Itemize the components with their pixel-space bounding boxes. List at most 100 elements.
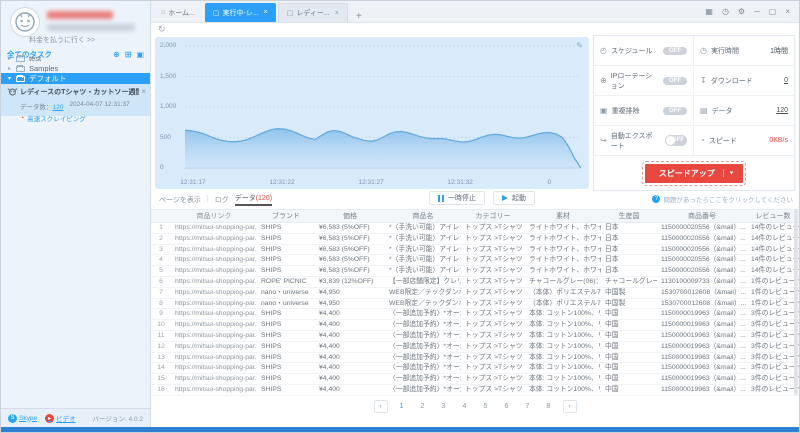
table-row[interactable]: 6https://mitsui-shopping-par...ROPE' PIC… — [151, 277, 799, 288]
table-row[interactable]: 4https://mitsui-shopping-par...SHIPS¥6,5… — [151, 255, 799, 266]
pay-link[interactable]: 料金を払うに行く >> — [29, 35, 95, 45]
close-icon[interactable]: × — [264, 9, 268, 16]
chevron-right-icon[interactable]: ▸ — [8, 55, 16, 62]
stat-value[interactable]: 120 — [776, 107, 788, 114]
column-header[interactable]: 素材 — [525, 210, 601, 222]
sidebar-folder-default[interactable]: ▾ デフォルト — [1, 73, 150, 84]
cell: 1件のレビュー ∨ — [747, 288, 799, 298]
column-header[interactable]: 商品名 — [385, 210, 461, 222]
column-header[interactable]: 生産国 — [601, 210, 657, 222]
cell: 本体: コットン100%、リ... — [525, 374, 601, 384]
chevron-down-icon[interactable]: ▾ — [8, 75, 16, 82]
cell: 1530700012608（&mail）... — [657, 299, 747, 309]
column-header[interactable]: レビュー数 — [747, 210, 799, 222]
chevron-right-icon[interactable]: ▸ — [8, 65, 16, 72]
prev-page-button[interactable]: ‹ — [374, 400, 388, 413]
table-row[interactable]: 15https://mitsui-shopping-par...SHIPS¥4,… — [151, 374, 799, 385]
scrollbar[interactable] — [794, 209, 798, 395]
stat-value: 0KB/s — [769, 137, 788, 144]
off-pill[interactable]: OFF — [663, 77, 687, 85]
column-header[interactable]: 商品リンク — [171, 210, 257, 222]
cell: （本体）ポリエステル76... — [525, 288, 601, 298]
avatar[interactable] — [10, 7, 40, 37]
cell: トップス >Tシャツ・カッ... — [461, 320, 525, 330]
tab-log[interactable]: ログ — [215, 195, 229, 205]
cell: 1150000020556（&mail）... — [657, 255, 747, 265]
pagination: ‹ 12345678 › — [151, 400, 799, 413]
column-header[interactable]: 商品番号 — [657, 210, 747, 222]
cell: 中国製 — [601, 299, 657, 309]
tab-data[interactable]: データ(120) — [235, 193, 272, 206]
table-row[interactable]: 14https://mitsui-shopping-par...SHIPS¥4,… — [151, 363, 799, 374]
cell: https://mitsui-shopping-par... — [171, 320, 257, 330]
table-body: 1https://mitsui-shopping-par...SHIPS¥6,5… — [151, 223, 799, 396]
cell: https://mitsui-shopping-par... — [171, 299, 257, 309]
task-item[interactable]: レディースのTシャツ・カットソー週間1&... × データ数：120 2024-… — [1, 84, 150, 116]
stat-value[interactable]: 0 — [784, 77, 788, 84]
table-row[interactable]: 5https://mitsui-shopping-par...SHIPS¥6,5… — [151, 266, 799, 277]
gift-icon[interactable]: ▦ — [705, 7, 713, 16]
page-5[interactable]: 5 — [479, 400, 493, 413]
cell: 1件のレビュー ∨ — [747, 299, 799, 309]
table-row[interactable]: 8https://mitsui-shopping-par...nano・univ… — [151, 299, 799, 310]
settings-row: ↪自動エクスポートOFF◔スピード0KB/s — [594, 126, 794, 156]
table-row[interactable]: 12https://mitsui-shopping-par...SHIPS¥4,… — [151, 342, 799, 353]
cell: SHIPS — [257, 331, 315, 341]
refresh-icon[interactable]: ↻ — [158, 24, 166, 35]
video-link[interactable]: ▸ビデオ — [45, 413, 76, 423]
tab-show-page[interactable]: ページを表示 — [159, 195, 201, 205]
table-row[interactable]: 13https://mitsui-shopping-par...SHIPS¥4,… — [151, 353, 799, 364]
auto-export-toggle[interactable]: OFF — [665, 135, 687, 146]
cell: 〈一部追加予約〉*オーガ... — [385, 353, 461, 363]
table-row[interactable]: 11https://mitsui-shopping-par...SHIPS¥4,… — [151, 331, 799, 342]
close-icon[interactable]: × — [785, 7, 790, 16]
table-row[interactable]: 7https://mitsui-shopping-par...nano・univ… — [151, 288, 799, 299]
high-speed-scraping-link[interactable]: ◔ 高速スクレイピング — [20, 113, 146, 123]
next-page-button[interactable]: › — [563, 400, 577, 413]
column-header[interactable]: ブランド — [257, 210, 315, 222]
edit-icon[interactable]: ✎ — [576, 41, 583, 50]
column-header[interactable]: 価格 — [315, 210, 385, 222]
tab-running-task[interactable]: ▢ 実行中-レ... × — [205, 3, 276, 22]
gear-icon[interactable]: ⚙ — [738, 7, 745, 16]
page-3[interactable]: 3 — [437, 400, 451, 413]
stat-label: ダウンロード — [711, 76, 753, 86]
table-row[interactable]: 9https://mitsui-shopping-par...SHIPS¥4,4… — [151, 309, 799, 320]
close-icon[interactable]: × — [335, 10, 339, 17]
table-row[interactable]: 16https://mitsui-shopping-par...SHIPS¥4,… — [151, 385, 799, 396]
cell: 14件のレビュー ∨ — [747, 255, 799, 265]
page-4[interactable]: 4 — [458, 400, 472, 413]
table-row[interactable]: 2https://mitsui-shopping-par...SHIPS¥6,5… — [151, 234, 799, 245]
cell: https://mitsui-shopping-par... — [171, 374, 257, 384]
minimize-icon[interactable]: ─ — [754, 7, 760, 16]
cell: 本体: コットン100%、リ... — [525, 363, 601, 373]
cell: 1530700012608（&mail）... — [657, 288, 747, 298]
speed-up-button[interactable]: スピードアップ ▾ — [645, 164, 744, 183]
tab-home[interactable]: ⌂ ホーム... — [153, 3, 203, 22]
cell: 14件のレビュー ∨ — [747, 223, 799, 233]
close-icon[interactable]: × — [141, 87, 146, 96]
page-2[interactable]: 2 — [416, 400, 430, 413]
data-count[interactable]: データ数：120 — [20, 101, 63, 111]
skype-link[interactable]: SSkype — [8, 414, 37, 423]
clock-icon[interactable]: ◷ — [722, 7, 729, 16]
new-tab-button[interactable]: + — [350, 11, 368, 22]
table-row[interactable]: 10https://mitsui-shopping-par...SHIPS¥4,… — [151, 320, 799, 331]
table-row[interactable]: 1https://mitsui-shopping-par...SHIPS¥6,5… — [151, 223, 799, 234]
cell: トップス >Tシャツ・カッ... — [461, 353, 525, 363]
off-pill[interactable]: OFF — [663, 107, 687, 115]
table-row[interactable]: 3https://mitsui-shopping-par...SHIPS¥6,5… — [151, 245, 799, 256]
start-button[interactable]: 起動 — [493, 191, 535, 205]
cell: SHIPS — [257, 223, 315, 233]
off-pill[interactable]: OFF — [663, 47, 687, 55]
page-1[interactable]: 1 — [395, 400, 409, 413]
restore-icon[interactable]: ▢ — [769, 7, 777, 16]
page-8[interactable]: 8 — [542, 400, 556, 413]
page-7[interactable]: 7 — [521, 400, 535, 413]
pause-button[interactable]: 一時停止 — [429, 191, 485, 205]
cell: トップス >Tシャツ・カッ... — [461, 223, 525, 233]
tab-ladies-task[interactable]: ▢ レディー... × — [278, 3, 348, 22]
cell: ライトホワイト、ホワイト... — [525, 266, 601, 276]
page-6[interactable]: 6 — [500, 400, 514, 413]
column-header[interactable]: カテゴリー — [461, 210, 525, 222]
